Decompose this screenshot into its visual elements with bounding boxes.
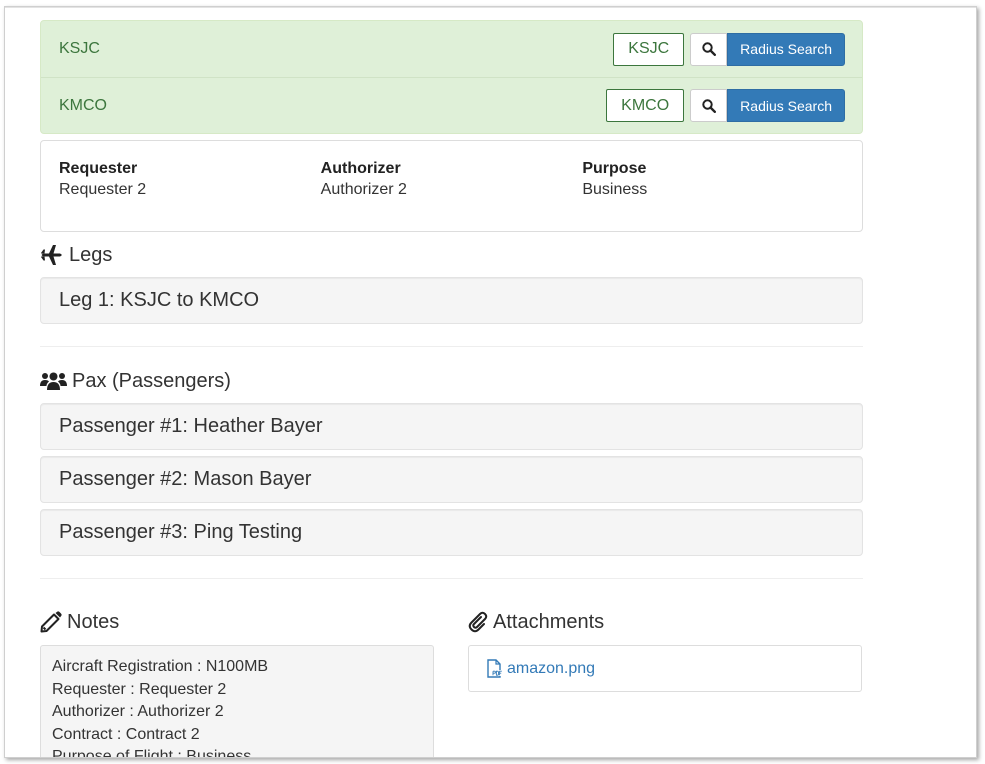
pdf-file-icon	[486, 659, 503, 678]
airport-code-button[interactable]: KSJC	[613, 32, 685, 66]
users-icon	[40, 371, 67, 391]
top-divider	[5, 7, 976, 8]
airport-panel: KSJC KSJC Radius Search KMCO KMCO Radius…	[40, 20, 863, 134]
passenger-item[interactable]: Passenger #2: Mason Bayer	[40, 456, 863, 503]
trip-detail-content: KSJC KSJC Radius Search KMCO KMCO Radius…	[40, 20, 863, 758]
airport-code: KSJC	[59, 40, 100, 57]
radius-search-button[interactable]: Radius Search	[727, 32, 845, 66]
notes-heading: Notes	[40, 607, 434, 637]
radius-search-button[interactable]: Radius Search	[727, 89, 845, 122]
attachment-item[interactable]: amazon.png	[468, 645, 862, 692]
airport-row-origin: KSJC KSJC Radius Search	[41, 21, 862, 77]
airport-code: KMCO	[59, 96, 107, 114]
note-line: Aircraft Registration : N100MB	[52, 658, 269, 675]
passenger-item[interactable]: Passenger #1: Heather Bayer	[40, 403, 863, 450]
requester-value: Requester 2	[59, 181, 147, 198]
attachments-heading-text: Attachments	[493, 610, 605, 633]
search-button[interactable]	[690, 32, 728, 66]
note-line: Contract : Contract 2	[52, 725, 200, 743]
attachments-section: Attachments amazon.png	[468, 607, 862, 757]
notes-heading-text: Notes	[67, 610, 120, 633]
passenger-item[interactable]: Passenger #3: Ping Testing	[40, 509, 863, 556]
purpose-field: Purpose Business	[582, 159, 844, 231]
search-icon	[701, 42, 716, 56]
requester-field: Requester Requester 2	[59, 159, 321, 231]
attachment-link[interactable]: amazon.png	[507, 660, 595, 678]
search-icon	[701, 98, 716, 113]
note-line: Authorizer : Authorizer 2	[52, 703, 224, 720]
pax-heading: Pax (Passengers)	[40, 366, 863, 396]
purpose-value: Business	[582, 181, 648, 198]
window-frame: KSJC KSJC Radius Search KMCO KMCO Radius…	[4, 6, 977, 758]
legs-heading: Legs	[40, 240, 863, 270]
plane-icon	[40, 244, 64, 266]
note-line: Requester : Requester 2	[52, 680, 227, 698]
pax-heading-text: Pax (Passengers)	[72, 369, 231, 392]
leg-item[interactable]: Leg 1: KSJC to KMCO	[40, 277, 863, 324]
airport-code-button[interactable]: KMCO	[606, 89, 685, 122]
legs-heading-text: Legs	[69, 243, 113, 266]
airport-row-destination: KMCO KMCO Radius Search	[41, 77, 862, 133]
search-button[interactable]	[690, 89, 728, 122]
authorizer-value: Authorizer 2	[320, 181, 407, 198]
notes-box: Aircraft Registration : N100MB Requester…	[40, 645, 434, 758]
note-line: Purpose of Flight : Business	[52, 748, 252, 758]
pencil-icon	[40, 611, 62, 633]
trip-info-panel: Requester Requester 2 Authorizer Authori…	[40, 140, 863, 232]
purpose-label: Purpose	[582, 160, 647, 177]
section-divider	[40, 578, 863, 579]
paperclip-icon	[468, 611, 488, 633]
notes-attachments-row: Notes Aircraft Registration : N100MB Req…	[40, 607, 863, 758]
section-divider	[40, 346, 863, 347]
authorizer-label: Authorizer	[320, 160, 401, 177]
notes-section: Notes Aircraft Registration : N100MB Req…	[40, 607, 434, 758]
requester-label: Requester	[59, 160, 138, 177]
attachments-heading: Attachments	[468, 607, 862, 637]
authorizer-field: Authorizer Authorizer 2	[321, 159, 583, 231]
